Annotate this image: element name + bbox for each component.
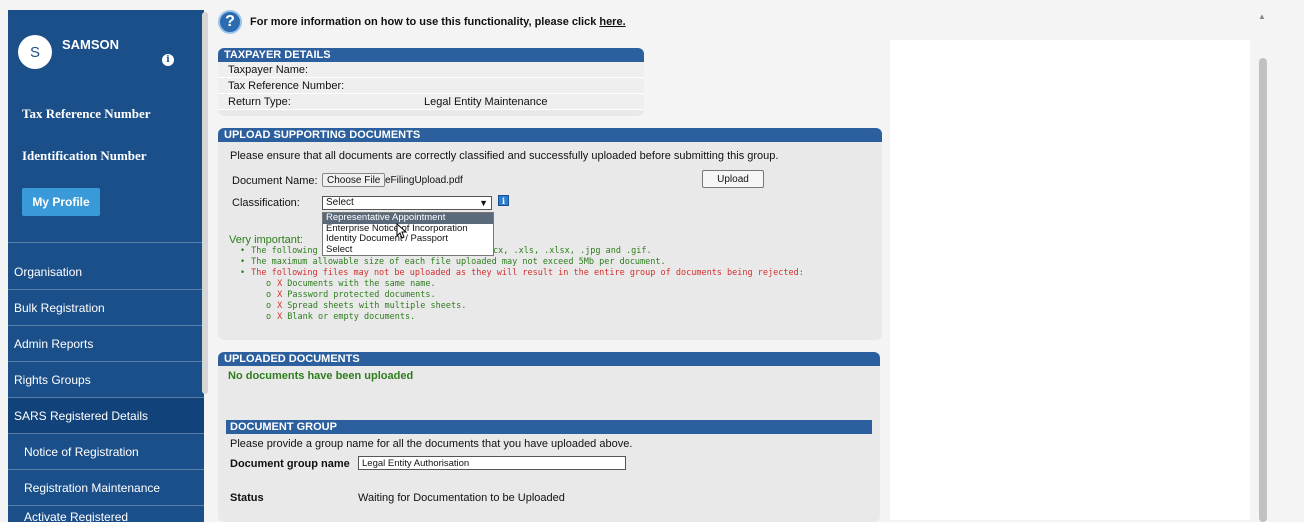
taxpayer-row: Tax Reference Number: — [218, 78, 644, 94]
tax-reference-label: Tax Reference Number — [22, 106, 151, 121]
rejected-item: o X Documents with the same name. — [266, 279, 436, 289]
dropdown-option[interactable]: Representative Appointment — [323, 213, 493, 224]
taxpayer-row: Taxpayer Name: — [218, 62, 644, 78]
user-name: SAMSON — [62, 37, 120, 52]
rule-item: • The following files may not be uploaded… — [240, 268, 804, 278]
no-documents-message: No documents have been uploaded — [228, 370, 414, 382]
rejected-item: o X Password protected documents. — [266, 290, 436, 300]
classification-dropdown: Representative Appointment Enterprise No… — [322, 212, 494, 256]
selected-file-name: eFilingUpload.pdf — [385, 175, 463, 186]
avatar[interactable]: S — [18, 35, 52, 69]
sidebar-item-admin-reports[interactable]: Admin Reports — [8, 326, 204, 362]
sidebar-divider — [8, 242, 204, 243]
very-important-label: Very important: — [229, 234, 303, 246]
rejected-item: o X Blank or empty documents. — [266, 312, 416, 322]
rule-max-size: The maximum allowable size of each file … — [251, 257, 666, 267]
sidebar-item-rights-groups[interactable]: Rights Groups — [8, 362, 204, 398]
x-mark-icon: X — [277, 279, 283, 289]
rule-item: • The maximum allowable size of each file… — [240, 257, 666, 267]
scrollbar-thumb[interactable] — [1259, 58, 1267, 522]
return-type-value: Legal Entity Maintenance — [424, 96, 548, 108]
status-value: Waiting for Documentation to be Uploaded — [358, 492, 565, 504]
rule-allowed-types-end: .docx, .xls, .xlsx, .jpg and .gif. — [477, 246, 652, 256]
help-icon[interactable]: ? — [218, 10, 242, 34]
sidebar: S SAMSON i Tax Reference Number Identifi… — [8, 10, 204, 522]
sidebar-item-organisation[interactable]: Organisation — [8, 254, 204, 290]
rule-allowed-types-start: The following — [251, 246, 318, 256]
upload-button[interactable]: Upload — [702, 170, 764, 188]
document-group-name-input[interactable] — [358, 456, 626, 470]
my-profile-button[interactable]: My Profile — [22, 188, 100, 216]
classification-value: Select — [326, 197, 354, 208]
help-banner: ? For more information on how to use thi… — [218, 10, 626, 34]
taxpayer-name-label: Taxpayer Name: — [228, 64, 309, 76]
taxpayer-details-heading: TAXPAYER DETAILS — [218, 48, 644, 62]
status-label: Status — [230, 492, 264, 504]
rejected-item: o X Spread sheets with multiple sheets. — [266, 301, 467, 311]
choose-file-button[interactable]: Choose File — [322, 173, 386, 187]
dropdown-option[interactable]: Identity Document / Passport — [323, 234, 493, 245]
sidebar-item-activate-registered[interactable]: Activate Registered — [8, 506, 204, 522]
identification-label: Identification Number — [22, 148, 147, 163]
sidebar-item-sars-registered-details[interactable]: SARS Registered Details — [8, 398, 204, 434]
rules-list: • The following .docx, .xls, .xlsx, .jpg a… — [240, 246, 880, 323]
info-icon[interactable]: i — [162, 54, 174, 66]
content-whitespace — [890, 40, 1250, 520]
document-group-name-label: Document group name — [230, 458, 350, 470]
sidebar-item-notice-of-registration[interactable]: Notice of Registration — [8, 434, 204, 470]
classification-label: Classification: — [232, 197, 300, 209]
uploaded-documents-panel: UPLOADED DOCUMENTS No documents have bee… — [218, 352, 880, 522]
upload-documents-heading: UPLOAD SUPPORTING DOCUMENTS — [218, 128, 882, 142]
sidebar-menu: Organisation Bulk Registration Admin Rep… — [8, 254, 204, 522]
help-text: For more information on how to use this … — [250, 16, 597, 28]
taxpayer-row: Return Type: Legal Entity Maintenance — [218, 94, 644, 110]
upload-documents-panel: UPLOAD SUPPORTING DOCUMENTS Please ensur… — [218, 128, 882, 340]
classification-select[interactable]: Select ▼ — [322, 196, 492, 210]
help-link[interactable]: here. — [599, 16, 625, 28]
document-group-instruction: Please provide a group name for all the … — [230, 438, 633, 450]
uploaded-documents-heading: UPLOADED DOCUMENTS — [218, 352, 880, 366]
x-mark-icon: X — [277, 312, 283, 322]
document-group-heading: DOCUMENT GROUP — [226, 420, 872, 434]
x-mark-icon: X — [277, 301, 283, 311]
taxpayer-details-panel: TAXPAYER DETAILS Taxpayer Name: Tax Refe… — [218, 48, 644, 116]
sidebar-item-registration-maintenance[interactable]: Registration Maintenance — [8, 470, 204, 506]
page-scrollbar[interactable]: ▲ — [1256, 8, 1270, 522]
dropdown-option[interactable]: Select — [323, 245, 493, 256]
dropdown-option[interactable]: Enterprise Notice of Incorporation — [323, 224, 493, 235]
x-mark-icon: X — [277, 290, 283, 300]
sidebar-item-bulk-registration[interactable]: Bulk Registration — [8, 290, 204, 326]
mouse-cursor-icon — [396, 223, 408, 239]
classification-info-icon[interactable]: i — [498, 195, 509, 206]
document-name-label: Document Name: — [232, 175, 318, 187]
scroll-up-icon[interactable]: ▲ — [1258, 12, 1266, 21]
tax-reference-number-label: Tax Reference Number: — [228, 80, 345, 92]
upload-instruction: Please ensure that all documents are cor… — [230, 150, 779, 162]
app: S SAMSON i Tax Reference Number Identifi… — [0, 0, 1304, 522]
return-type-label: Return Type: — [228, 96, 291, 108]
chevron-down-icon: ▼ — [479, 198, 488, 208]
rule-rejected-intro: The following files may not be uploaded … — [251, 268, 804, 278]
